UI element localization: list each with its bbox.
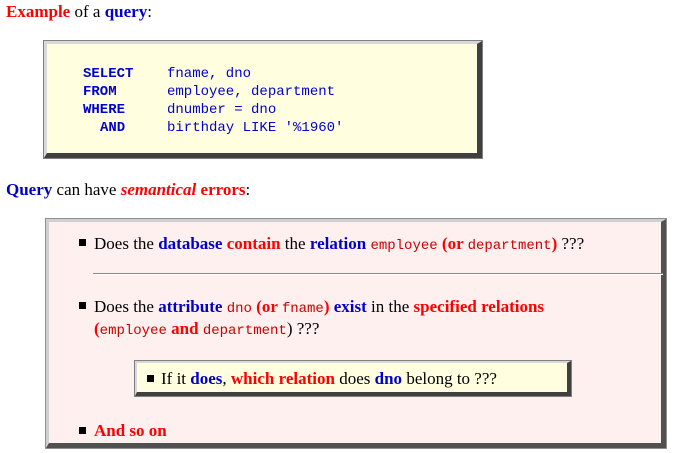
heading-example-word: Example (6, 2, 71, 21)
text: belong to ??? (402, 369, 497, 388)
sql-keyword: SELECT (83, 66, 134, 82)
heading-errors-word: errors (196, 180, 246, 199)
sql-expression: dnumber = dno (167, 102, 277, 118)
kw-contain: contain (226, 234, 281, 253)
sql-example-box: SELECT fname, dno FROM employee, departm… (43, 40, 483, 159)
heading-colon: : (147, 2, 152, 21)
kw-which-relation: which relation (230, 369, 335, 388)
heading-colon: : (245, 180, 251, 199)
question-which-relation: If it does, which relation does dno belo… (161, 369, 497, 389)
code-department: department (467, 238, 552, 254)
text: ??? (292, 319, 320, 338)
kw-database: database (158, 234, 223, 253)
kw-exist: exist (333, 297, 367, 316)
semantic-errors-box: Does the database contain the relation e… (45, 218, 667, 449)
heading-semantical-errors: Query can have semantical errors: (6, 180, 250, 200)
bullet-square-icon (147, 375, 154, 382)
sql-expression: birthday LIKE '%1960' (167, 120, 344, 136)
bullet-square-icon (79, 302, 86, 309)
code-dno: dno (226, 301, 252, 317)
kw-relation: relation (309, 234, 367, 253)
code-fname: fname (281, 301, 324, 317)
heading-query-word: query (104, 2, 148, 21)
sql-keyword: AND (100, 120, 126, 136)
and-so-on: And so on (94, 421, 167, 441)
heading-query-word: Query (6, 180, 53, 199)
bullet-square-icon (79, 239, 86, 246)
heading-text: can have (52, 180, 121, 199)
sql-keyword: WHERE (83, 102, 126, 118)
kw-specified-relations: specified relations (413, 297, 545, 316)
nested-question-box: If it does, which relation does dno belo… (134, 360, 572, 397)
kw-attribute: attribute (158, 297, 223, 316)
text: does (334, 369, 375, 388)
code-department: department (202, 323, 287, 339)
sql-expression: fname, dno (167, 66, 252, 82)
kw-dno: dno (374, 369, 403, 388)
text: ??? (557, 234, 585, 253)
kw-or: (or (251, 297, 282, 316)
heading-example: Example of a query: (6, 2, 152, 22)
text: , (222, 369, 231, 388)
text: Does the (94, 297, 159, 316)
bullet-square-icon (79, 427, 86, 434)
question-attribute-exists-line2: (employee and department) ??? (94, 319, 319, 339)
text: Does the (94, 234, 159, 253)
kw-and-so-on: And so on (94, 421, 167, 440)
question-attribute-exists: Does the attribute dno (or fname) exist … (94, 297, 544, 317)
kw-paren: ) (323, 297, 330, 316)
heading-text: of a (70, 2, 105, 21)
text: the (280, 234, 310, 253)
kw-and: and (166, 319, 203, 338)
code-employee: employee (99, 323, 167, 339)
text: in the (366, 297, 414, 316)
divider (93, 273, 663, 275)
sql-expression: employee, department (167, 84, 336, 100)
code-employee: employee (370, 238, 438, 254)
kw-does: does (190, 369, 223, 388)
kw-or: (or (437, 234, 468, 253)
text: If it (161, 369, 191, 388)
sql-keyword: FROM (83, 84, 117, 100)
question-relation-exists: Does the database contain the relation e… (94, 234, 584, 254)
heading-semantical-word: semantical (120, 180, 197, 199)
